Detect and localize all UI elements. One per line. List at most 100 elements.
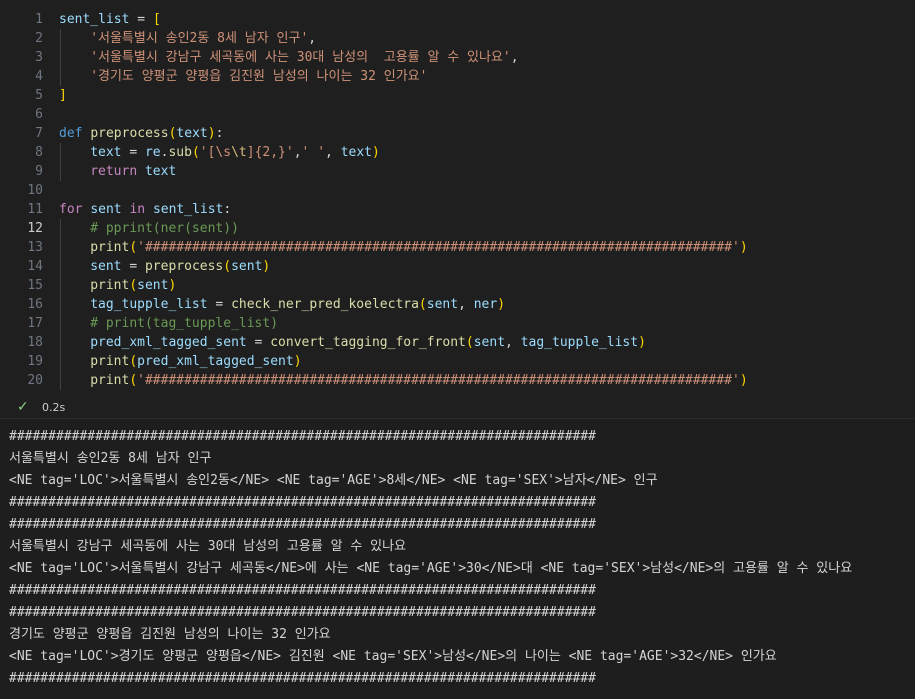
code-token: ] — [59, 88, 67, 103]
code-text: # pprint(ner(sent)) — [90, 219, 239, 238]
code-line[interactable]: 12 # pprint(ner(sent)) — [0, 219, 915, 238]
code-cell[interactable]: 1 sent_list = [2 '서울특별시 송인2동 8세 남자 인구', 3 '서… — [0, 0, 915, 418]
code-token: ( — [129, 373, 138, 388]
code-token: print — [90, 278, 130, 293]
code-token: '[\s — [199, 145, 232, 160]
code-text: '서울특별시 강남구 세곡동에 사는 30대 남성의 고용률 알 수 있나요', — [90, 48, 518, 67]
code-token: text — [340, 145, 372, 160]
code-text: print('#################################… — [90, 238, 747, 257]
code-token: return — [90, 164, 145, 179]
code-token: text — [176, 126, 208, 141]
code-token: ner — [473, 297, 498, 312]
code-token: = — [121, 259, 145, 274]
code-token: re — [144, 145, 161, 160]
indent-guide — [60, 143, 61, 181]
code-token: , — [505, 335, 521, 350]
code-line[interactable]: 5] — [0, 86, 915, 105]
code-text: print(sent) — [90, 276, 176, 295]
code-line[interactable]: 6 — [0, 105, 915, 124]
code-text: # print(tag_tupple_list) — [90, 314, 278, 333]
code-token: sent — [90, 202, 130, 217]
line-number: 5 — [35, 88, 43, 103]
code-line[interactable]: 14 sent = preprocess(sent) — [0, 257, 915, 276]
code-text: text = re.sub('[\s\t]{2,}',' ', text) — [90, 143, 380, 162]
code-token: preprocess — [90, 126, 169, 141]
code-line[interactable]: 8 text = re.sub('[\s\t]{2,}',' ', text) — [0, 143, 915, 162]
code-line[interactable]: 19 print(pred_xml_tagged_sent) — [0, 352, 915, 371]
code-token: ) — [207, 126, 216, 141]
code-token: convert_tagging_for_front — [270, 335, 466, 350]
line-number: 6 — [35, 107, 43, 122]
code-token: ) — [262, 259, 271, 274]
code-token: sent — [426, 297, 459, 312]
code-token: tag_tupple_list — [90, 297, 208, 312]
code-line[interactable]: 16 tag_tupple_list = check_ner_pred_koele… — [0, 295, 915, 314]
code-line[interactable]: 18 pred_xml_tagged_sent = convert_tagging… — [0, 333, 915, 352]
indent-guide — [60, 219, 61, 390]
code-token: , — [325, 145, 341, 160]
code-text: print('#################################… — [90, 371, 747, 390]
code-line[interactable]: 2 '서울특별시 송인2동 8세 남자 인구', — [0, 29, 915, 48]
line-number: 14 — [27, 259, 43, 274]
code-token: ( — [129, 278, 138, 293]
code-token: ) — [739, 240, 748, 255]
code-text: sent_list = [ — [59, 10, 161, 29]
code-token: = — [121, 145, 145, 160]
code-line[interactable]: 3 '서울특별시 강남구 세곡동에 사는 30대 남성의 고용률 알 수 있나요'… — [0, 48, 915, 67]
line-number: 7 — [35, 126, 43, 141]
code-text: pred_xml_tagged_sent = convert_tagging_f… — [90, 333, 646, 352]
line-number: 20 — [27, 373, 43, 388]
code-token: sent — [137, 278, 169, 293]
code-token: sent_list — [152, 202, 224, 217]
output-line: 서울특별시 강남구 세곡동에 사는 30대 남성의 고용률 알 수 있나요 — [9, 539, 407, 554]
output-line: <NE tag='LOC'>서울특별시 강남구 세곡동</NE>에 사는 <NE… — [9, 561, 853, 576]
line-number: 18 — [27, 335, 43, 350]
line-number: 8 — [35, 145, 43, 160]
code-token: ( — [191, 145, 200, 160]
code-token: ) — [638, 335, 646, 350]
code-text: def preprocess(text): — [59, 124, 223, 143]
check-icon: ✓ — [17, 399, 29, 415]
code-token: text — [144, 164, 177, 179]
code-line[interactable]: 20 print('###############################… — [0, 371, 915, 390]
line-number: 11 — [27, 202, 43, 217]
output-line: ########################################… — [9, 429, 596, 444]
cell-status-bar: ✓ 0.2s — [0, 398, 915, 418]
code-token: tag_tupple_list — [520, 335, 639, 350]
line-number: 15 — [27, 278, 43, 293]
line-number: 12 — [27, 221, 43, 236]
code-token: , — [293, 145, 302, 160]
code-line[interactable]: 17 # print(tag_tupple_list) — [0, 314, 915, 333]
code-line[interactable]: 9 return text — [0, 162, 915, 181]
line-number: 13 — [27, 240, 43, 255]
code-line[interactable]: 11 for sent in sent_list: — [0, 200, 915, 219]
output-line: <NE tag='LOC'>서울특별시 송인2동</NE> <NE tag='A… — [9, 473, 658, 488]
code-token: '#######################################… — [137, 373, 740, 388]
code-line[interactable]: 10 — [0, 181, 915, 200]
code-token: ' ' — [301, 145, 326, 160]
code-token: sent — [231, 259, 263, 274]
code-token: ) — [293, 354, 302, 369]
code-token: '경기도 양평군 양평읍 김진원 남성의 나이는 32 인가요' — [90, 69, 428, 84]
line-number: 4 — [35, 69, 43, 84]
execution-time: 0.2s — [42, 401, 66, 414]
code-line[interactable]: 15 print(sent) — [0, 276, 915, 295]
code-token: = — [129, 12, 153, 27]
code-text: ] — [59, 86, 67, 105]
code-line[interactable]: 7 def preprocess(text): — [0, 124, 915, 143]
code-token: '서울특별시 강남구 세곡동에 사는 30대 남성의 고용률 알 수 있나요' — [90, 50, 511, 65]
code-line[interactable]: 4 '경기도 양평군 양평읍 김진원 남성의 나이는 32 인가요' — [0, 67, 915, 86]
code-token: = — [246, 335, 271, 350]
code-token: sent — [90, 259, 122, 274]
code-token: , — [458, 297, 474, 312]
code-token: print — [90, 373, 130, 388]
code-token: for — [59, 202, 91, 217]
code-token: ) — [372, 145, 380, 160]
code-token: [ — [152, 12, 161, 27]
code-text: for sent in sent_list: — [59, 200, 231, 219]
code-token: sent — [473, 335, 506, 350]
code-line[interactable]: 13 print('###############################… — [0, 238, 915, 257]
code-line[interactable]: 1 sent_list = [ — [0, 10, 915, 29]
code-token: def — [59, 126, 91, 141]
code-text: return text — [90, 162, 176, 181]
